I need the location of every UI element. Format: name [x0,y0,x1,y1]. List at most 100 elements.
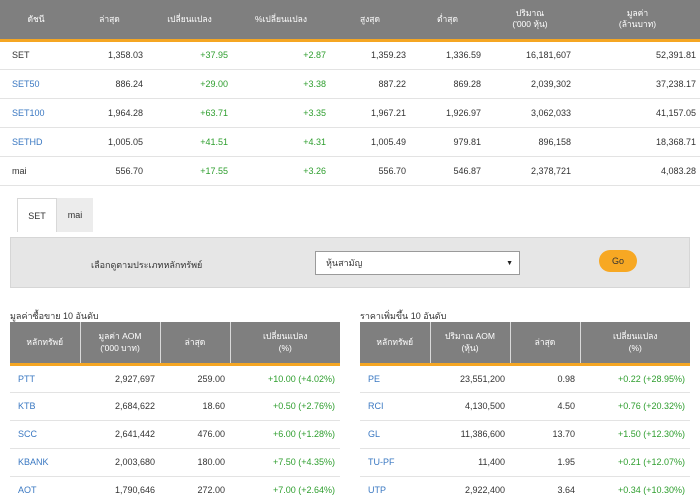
last-price: 476.00 [160,420,230,449]
tab-set[interactable]: SET [17,198,57,232]
stock-link-scc[interactable]: SCC [10,420,80,449]
index-high: 1,005.49 [330,127,410,157]
tab-mai[interactable]: mai [57,198,93,232]
last-price: 3.64 [510,476,580,504]
stock-link-tu-pf[interactable]: TU-PF [360,448,430,477]
table-row: UTP 2,922,400 3.64 +0.34 (+10.30%) [360,476,690,504]
index-last: 886.24 [72,69,147,99]
aom-volume: 4,130,500 [430,392,510,421]
header-value: มูลค่า (ล้านบาท) [575,0,700,40]
index-change-pct: +4.31 [232,127,330,157]
price-change: +0.76 (+20.32%) [580,392,690,421]
header-change-line2: (%) [278,343,292,354]
header-change-line1: เปลี่ยนแปลง [262,331,308,342]
index-name: SET [0,40,72,70]
index-change-pct: +3.38 [232,69,330,99]
index-last: 1,005.05 [72,127,147,157]
price-change: +0.34 (+10.30%) [580,476,690,504]
index-last: 1,358.03 [72,40,147,70]
index-row-set50[interactable]: SET50 886.24 +29.00 +3.38 887.22 869.28 … [0,69,700,99]
header-aom-volume: ปริมาณ AOM (หุ้น) [430,322,511,364]
header-change: เปลี่ยนแปลง (%) [230,322,340,364]
index-change: +63.71 [147,98,232,128]
index-change: +29.00 [147,69,232,99]
top-gainers-title: ราคาเพิ่มขึ้น 10 อันดับ [360,311,447,321]
header-volume-line1: ปริมาณ [515,8,545,19]
aom-volume: 11,386,600 [430,420,510,449]
header-change-line2: (%) [628,343,642,354]
aom-volume: 11,400 [430,448,510,477]
header-change: เปลี่ยนแปลง [147,0,232,40]
index-low: 546.87 [410,156,485,186]
aom-value: 2,684,622 [80,392,160,421]
price-change: +0.22 (+28.95%) [580,364,690,393]
top-value-title: มูลค่าซื้อขาย 10 อันดับ [10,311,99,321]
header-last: ล่าสุด [510,322,581,364]
stock-link-kbank[interactable]: KBANK [10,448,80,477]
index-value: 18,368.71 [575,127,700,157]
table-row: KTB 2,684,622 18.60 +0.50 (+2.76%) [10,392,340,421]
index-link-set50[interactable]: SET50 [0,69,72,99]
index-change: +41.51 [147,127,232,157]
index-last: 556.70 [72,156,147,186]
aom-value: 1,790,646 [80,476,160,504]
last-price: 180.00 [160,448,230,477]
header-symbol: หลักทรัพย์ [10,322,81,364]
last-price: 0.98 [510,364,580,393]
aom-volume: 23,551,200 [430,364,510,393]
header-volume-line2: ('000 หุ้น) [512,19,548,30]
table-row: PTT 2,927,697 259.00 +10.00 (+4.02%) [10,364,340,393]
stock-link-utp[interactable]: UTP [360,476,430,504]
last-price: 259.00 [160,364,230,393]
stock-link-aot[interactable]: AOT [10,476,80,504]
index-volume: 896,158 [485,127,575,157]
header-change-pct: %เปลี่ยนแปลง [232,0,330,40]
stock-link-gl[interactable]: GL [360,420,430,449]
index-row-mai: mai 556.70 +17.55 +3.26 556.70 546.87 2,… [0,156,700,186]
stock-link-ktb[interactable]: KTB [10,392,80,421]
index-high: 1,967.21 [330,98,410,128]
last-price: 13.70 [510,420,580,449]
last-price: 18.60 [160,392,230,421]
header-low: ต่ำสุด [410,0,485,40]
security-type-selected: หุ้นสามัญ [326,258,363,268]
price-change: +6.00 (+1.28%) [230,420,340,449]
aom-value: 2,927,697 [80,364,160,393]
index-value: 41,157.05 [575,98,700,128]
header-aom-volume-line2: (หุ้น) [461,343,479,354]
index-link-sethd[interactable]: SETHD [0,127,72,157]
stock-link-ptt[interactable]: PTT [10,364,80,393]
price-change: +10.00 (+4.02%) [230,364,340,393]
header-change-line1: เปลี่ยนแปลง [612,331,658,342]
stock-link-pe[interactable]: PE [360,364,430,393]
index-change-pct: +3.26 [232,156,330,186]
index-last: 1,964.28 [72,98,147,128]
aom-volume: 2,922,400 [430,476,510,504]
index-volume: 16,181,607 [485,40,575,70]
index-low: 979.81 [410,127,485,157]
index-volume: 2,378,721 [485,156,575,186]
header-aom-volume-line1: ปริมาณ AOM [445,331,495,342]
index-low: 1,926.97 [410,98,485,128]
index-name: mai [0,156,72,186]
last-price: 4.50 [510,392,580,421]
go-button[interactable]: Go [599,250,637,272]
price-change: +1.50 (+12.30%) [580,420,690,449]
index-change-pct: +2.87 [232,40,330,70]
price-change: +7.50 (+4.35%) [230,448,340,477]
filter-label: เลือกดูตามประเภทหลักทรัพย์ [91,260,203,270]
security-type-select[interactable]: หุ้นสามัญ ▼ [315,251,520,275]
table-row: TU-PF 11,400 1.95 +0.21 (+12.07%) [360,448,690,477]
top-value-table: หลักทรัพย์ มูลค่า AOM ('000 บาท) ล่าสุด … [10,322,340,504]
table-row: SCC 2,641,442 476.00 +6.00 (+1.28%) [10,420,340,449]
index-row-set100[interactable]: SET100 1,964.28 +63.71 +3.35 1,967.21 1,… [0,98,700,128]
table-row: RCI 4,130,500 4.50 +0.76 (+20.32%) [360,392,690,421]
stock-link-rci[interactable]: RCI [360,392,430,421]
header-aom-value-line1: มูลค่า AOM [98,331,142,342]
index-link-set100[interactable]: SET100 [0,98,72,128]
aom-value: 2,641,442 [80,420,160,449]
table-row: GL 11,386,600 13.70 +1.50 (+12.30%) [360,420,690,449]
index-row-sethd[interactable]: SETHD 1,005.05 +41.51 +4.31 1,005.49 979… [0,127,700,157]
table-row: PE 23,551,200 0.98 +0.22 (+28.95%) [360,364,690,393]
header-value-line2: (ล้านบาท) [618,19,657,30]
